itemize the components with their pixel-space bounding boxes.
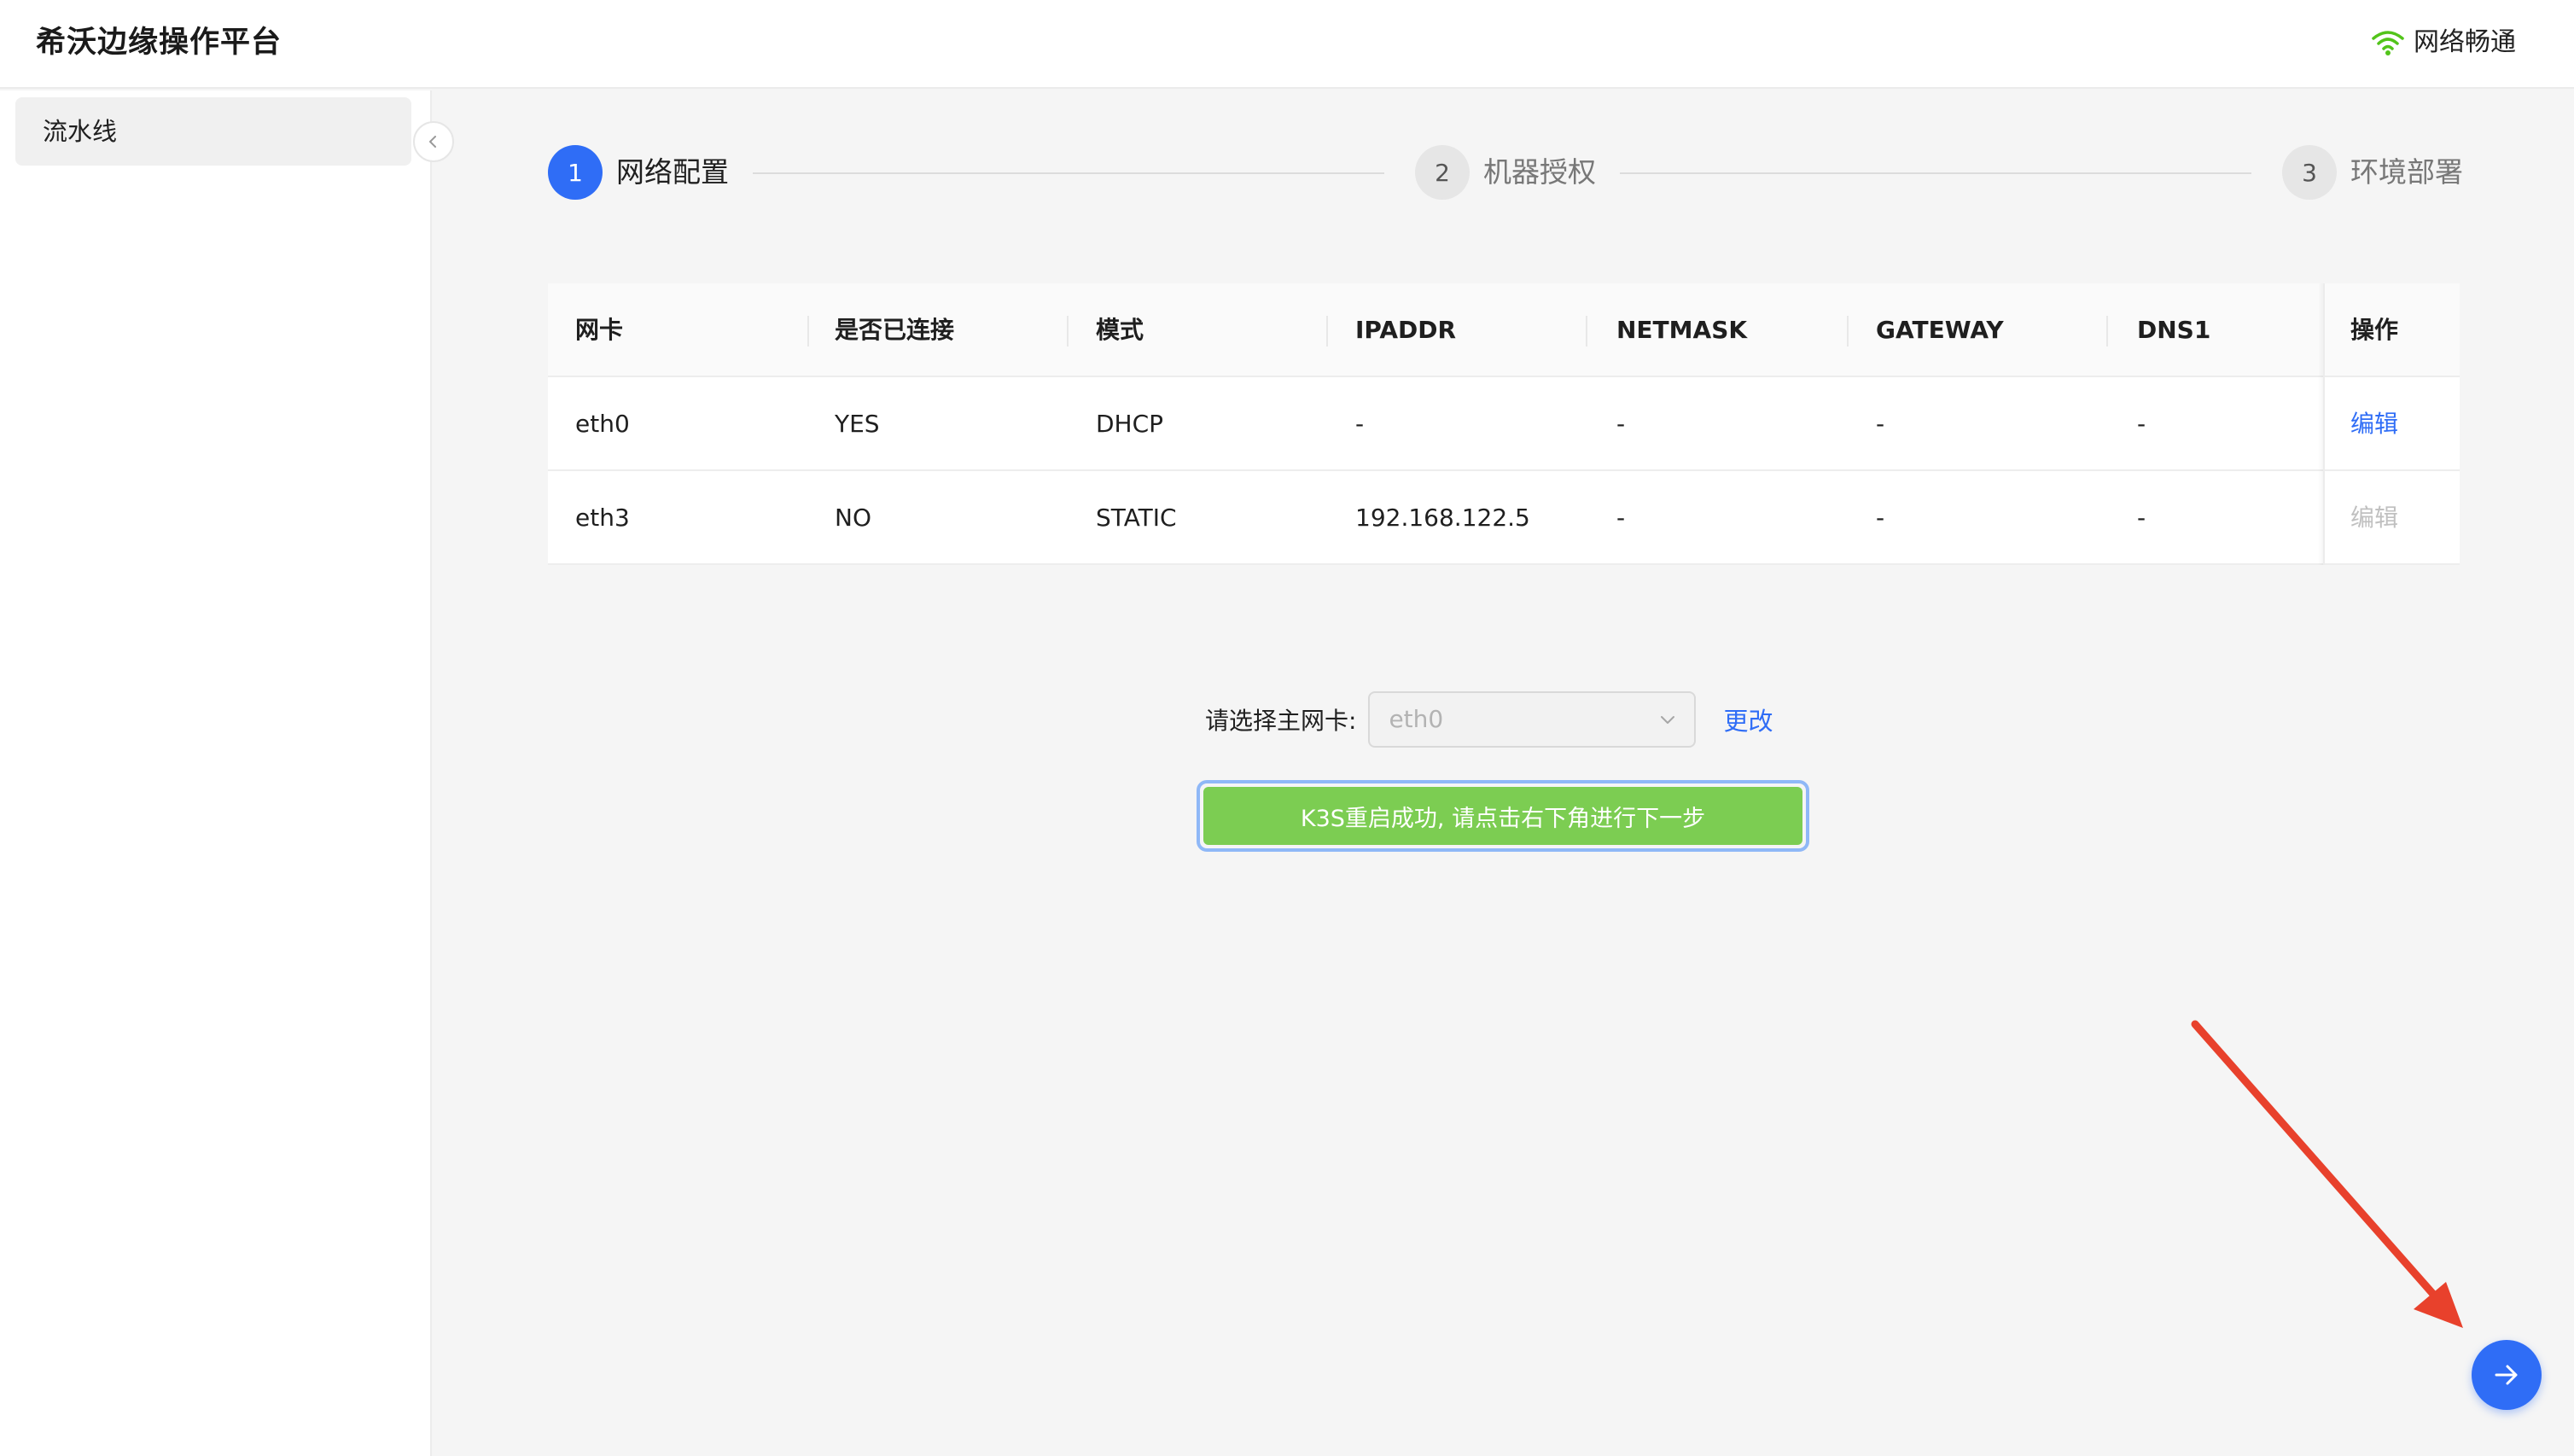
status-message: K3S重启成功, 请点击右下角进行下一步 [1300,805,1706,832]
cell-connected: NO [835,504,871,532]
edit-link[interactable]: 编辑 [2350,377,2398,471]
step-network-config: 1 网络配置 [548,143,729,201]
steps-progress: 1 网络配置 2 机器授权 3 环境部署 [548,143,2463,201]
column-header: 操作 [2350,316,2399,344]
step-env-deploy: 3 环境部署 [2282,143,2463,201]
column-divider [1847,316,1849,347]
network-status-text: 网络畅通 [2414,27,2516,57]
chevron-left-icon [429,136,436,148]
cell-netmask: - [1616,504,1626,532]
cell-nic: eth0 [575,410,630,438]
chevron-down-icon [1661,716,1675,724]
arrow-right-icon [2495,1365,2518,1385]
column-header: NETMASK [1616,316,1748,344]
column-header: GATEWAY [1876,316,2004,344]
annotation-arrow-icon [2191,1020,2463,1328]
status-banner[interactable]: K3S重启成功, 请点击右下角进行下一步 [1203,787,1802,845]
column-divider [2106,316,2108,347]
primary-nic-value: eth0 [1389,705,1444,733]
step-number: 2 [1415,145,1470,200]
next-step-button[interactable] [2472,1340,2542,1410]
primary-nic-select[interactable]: eth0 [1368,691,1697,748]
column-divider [807,316,809,347]
column-header: 是否已连接 [835,316,955,344]
column-divider [1326,316,1328,347]
column-header: 模式 [1096,316,1144,344]
step-label: 机器授权 [1483,155,1596,189]
top-header: 希沃边缘操作平台 网络畅通 [0,0,2574,89]
cell-ipaddr: - [1355,410,1365,438]
cell-mode: DHCP [1096,410,1164,438]
sidebar-item-pipeline[interactable]: 流水线 [15,97,411,166]
primary-nic-label: 请选择主网卡: [1205,707,1357,735]
column-header: 网卡 [575,316,624,344]
primary-nic-row: 请选择主网卡: eth0 更改 [1205,691,1773,748]
cell-dns1: - [2137,504,2146,532]
cell-ipaddr: 192.168.122.5 [1355,504,1530,532]
sidebar: 流水线 [0,90,432,1456]
change-link[interactable]: 更改 [1723,702,1773,737]
fixed-column-border [2323,283,2325,565]
cell-gateway: - [1876,504,1885,532]
cell-connected: YES [835,410,880,438]
wifi-icon [2372,31,2404,55]
step-connector [753,172,1384,174]
column-divider [1067,316,1069,347]
step-number: 3 [2282,145,2337,200]
app-title: 希沃边缘操作平台 [36,26,282,60]
table-header-row: 网卡 是否已连接 模式 IPADDR NETMASK GATEWAY DNS1 … [548,283,2460,377]
cell-netmask: - [1616,410,1626,438]
table-row: eth0 YES DHCP - - - - 编辑 [548,377,2460,471]
step-machine-auth: 2 机器授权 [1415,143,1596,201]
cell-nic: eth3 [575,504,630,532]
edit-link-disabled: 编辑 [2350,504,2399,532]
nic-table: 网卡 是否已连接 模式 IPADDR NETMASK GATEWAY DNS1 … [548,283,2460,565]
cell-dns1: - [2137,410,2146,438]
cell-mode: STATIC [1096,504,1177,532]
step-label: 环境部署 [2350,155,2463,189]
sidebar-collapse-button[interactable] [413,121,454,162]
cell-gateway: - [1876,410,1885,438]
column-header: DNS1 [2137,316,2211,344]
column-header: IPADDR [1355,316,1457,344]
table-row: eth3 NO STATIC 192.168.122.5 - - - 编辑 [548,471,2460,565]
status-banner-focus: K3S重启成功, 请点击右下角进行下一步 [1197,780,1809,852]
network-status: 网络畅通 [2371,22,2516,63]
step-label: 网络配置 [616,155,729,189]
step-number: 1 [548,145,603,200]
column-divider [1586,316,1587,347]
sidebar-item-label: 流水线 [43,117,118,146]
step-connector [1620,172,2251,174]
